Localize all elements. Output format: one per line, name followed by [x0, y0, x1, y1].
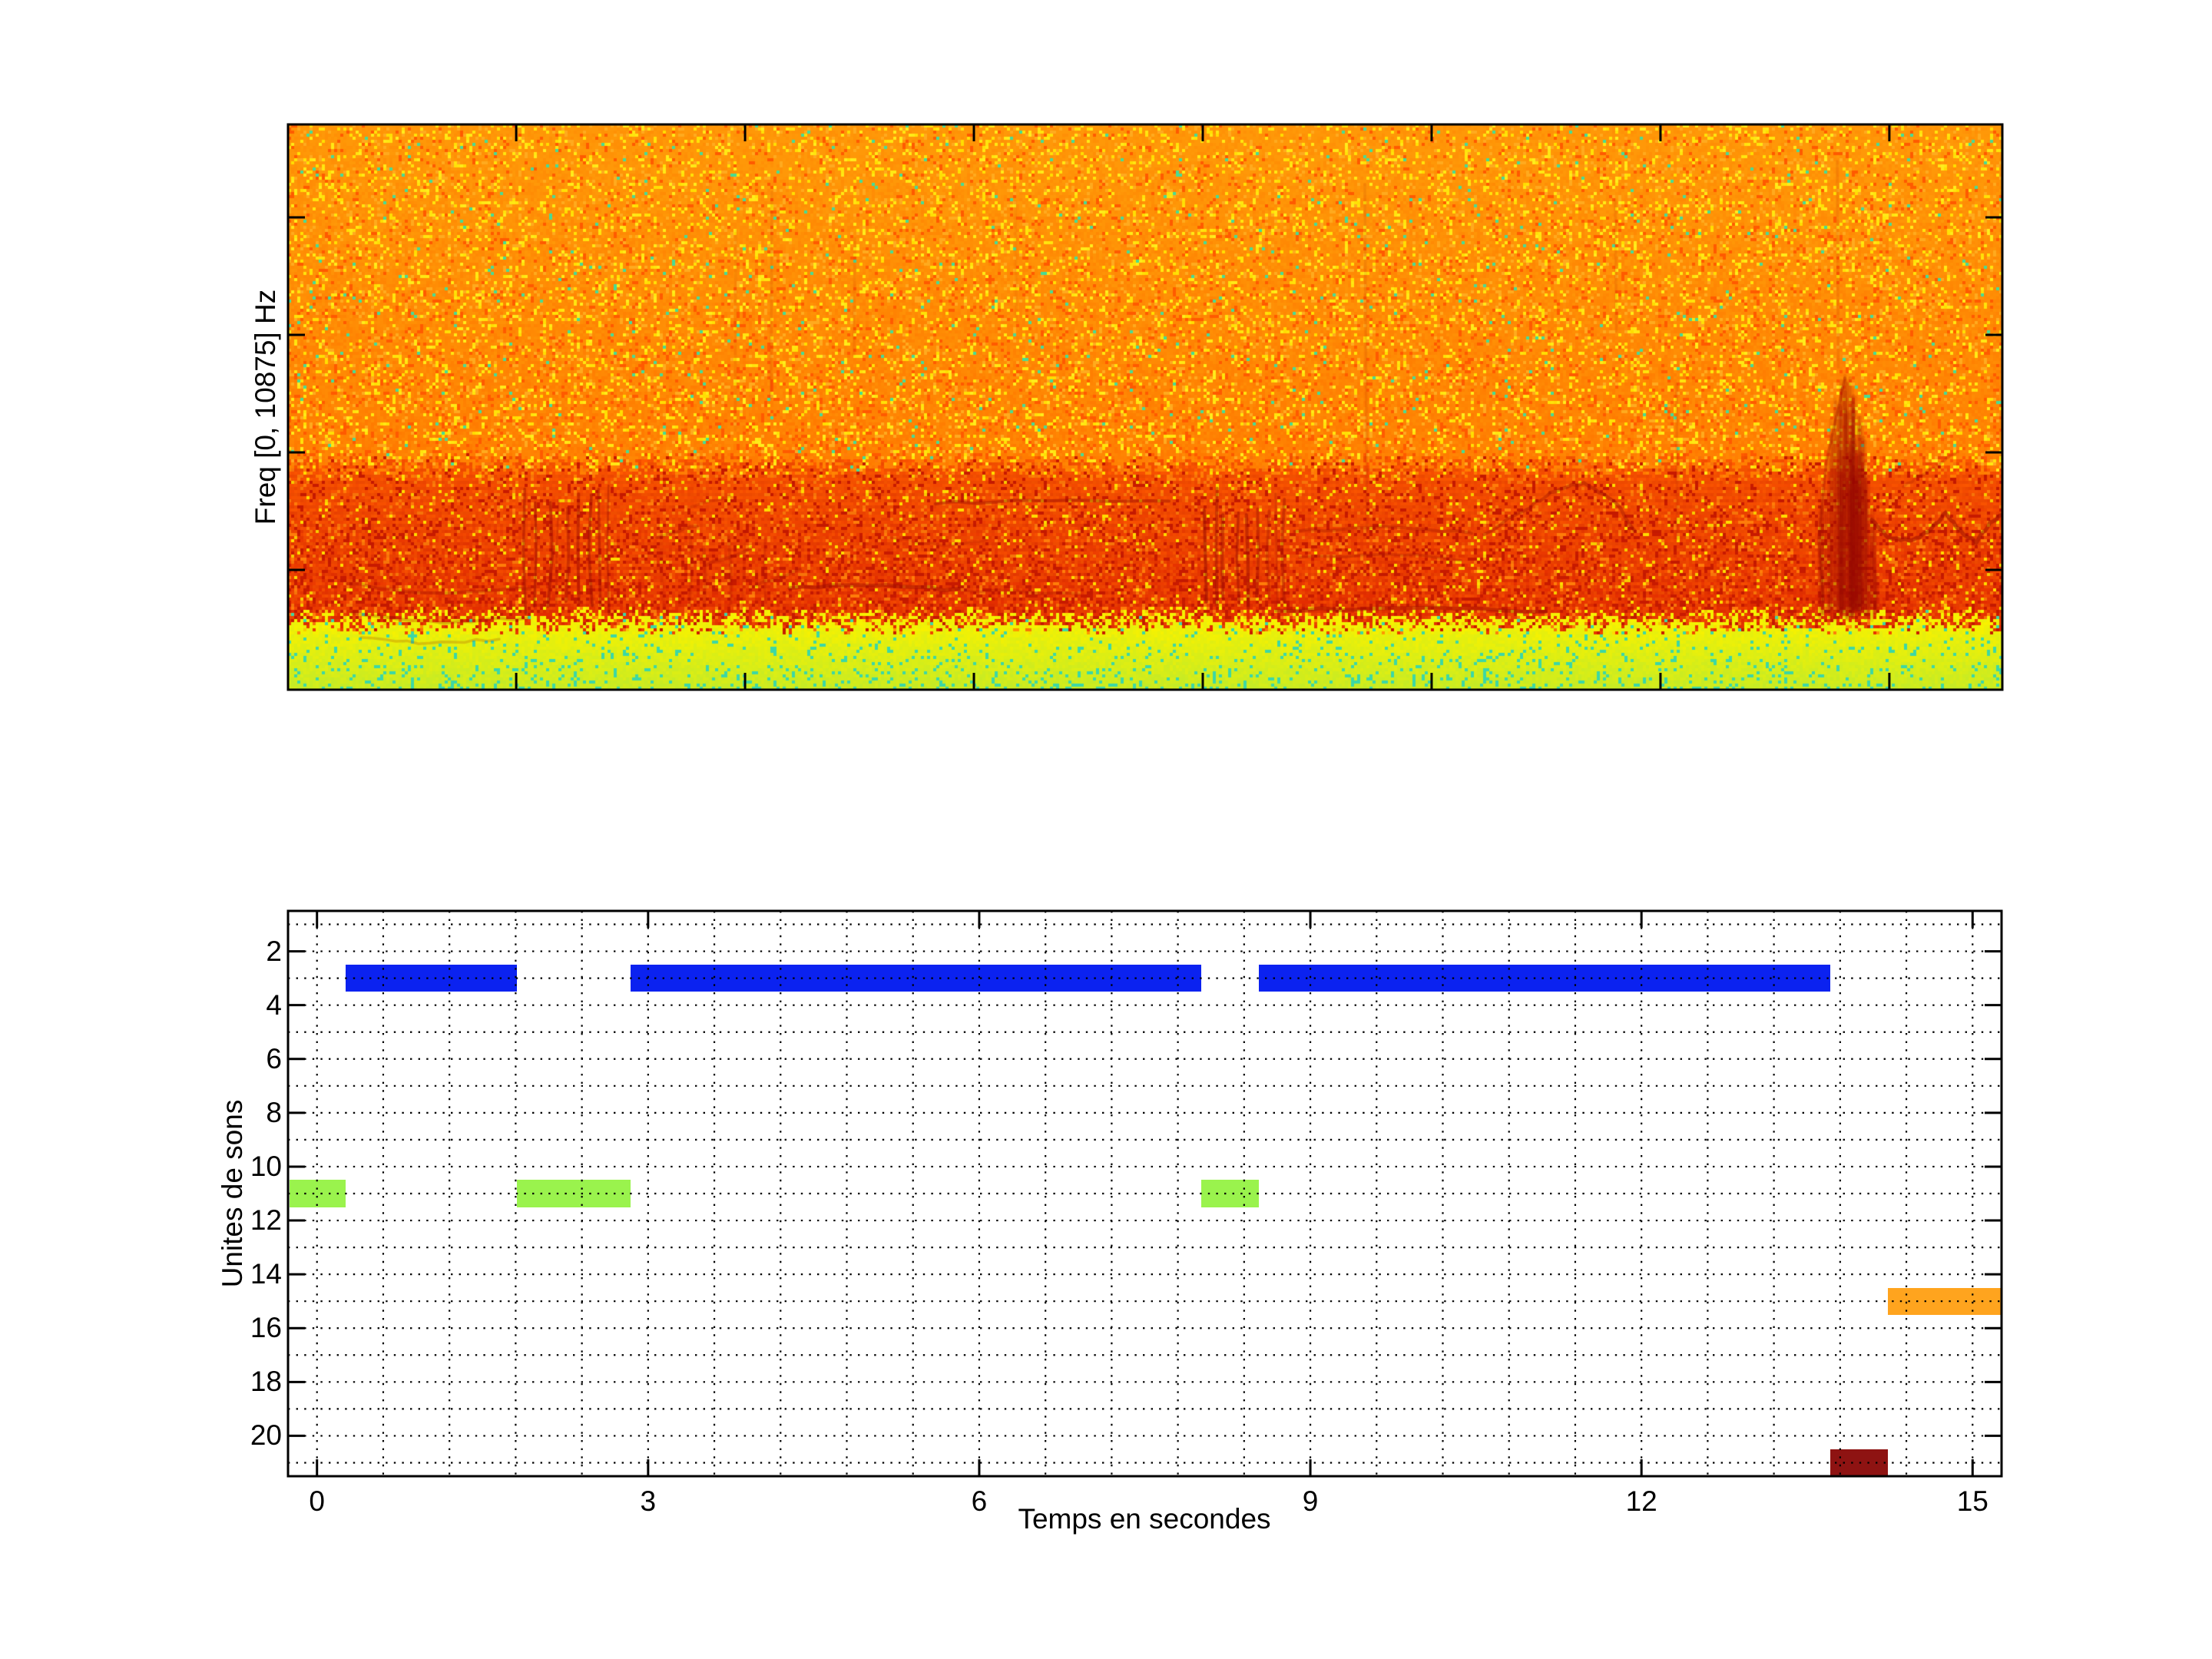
y-tick-label: 6: [266, 1043, 282, 1075]
gantt-xlabel: Temps en secondes: [1018, 1503, 1270, 1535]
segment-bar: [1259, 965, 1830, 992]
segment-bar: [631, 965, 1201, 992]
y-tick-label: 8: [266, 1097, 282, 1129]
segment-bar: [1830, 1449, 1888, 1476]
x-tick-label: 15: [1957, 1485, 1988, 1518]
segment-bar: [1201, 1180, 1259, 1207]
x-tick-label: 3: [641, 1485, 657, 1518]
y-tick-label: 10: [250, 1151, 282, 1183]
figure: Freq [0, 10875] Hz Unites de sons Temps …: [0, 0, 2212, 1659]
segment-bar: [346, 965, 517, 992]
gantt-ylabel: Unites de sons: [217, 1100, 249, 1288]
spectrogram-ylabel: Freq [0, 10875] Hz: [250, 290, 282, 525]
y-tick-label: 12: [250, 1204, 282, 1237]
x-tick-label: 9: [1303, 1485, 1319, 1518]
x-tick-label: 0: [309, 1485, 325, 1518]
y-tick-label: 14: [250, 1258, 282, 1290]
segment-bar: [290, 1180, 346, 1207]
x-tick-label: 12: [1626, 1485, 1657, 1518]
y-tick-label: 16: [250, 1312, 282, 1344]
y-tick-label: 4: [266, 989, 282, 1022]
y-tick-label: 18: [250, 1366, 282, 1398]
y-tick-label: 20: [250, 1419, 282, 1452]
segment-bars-layer: [0, 0, 2212, 1659]
segment-bar: [1888, 1288, 2002, 1315]
segment-bar: [517, 1180, 631, 1207]
y-tick-label: 2: [266, 935, 282, 968]
x-tick-label: 6: [972, 1485, 988, 1518]
